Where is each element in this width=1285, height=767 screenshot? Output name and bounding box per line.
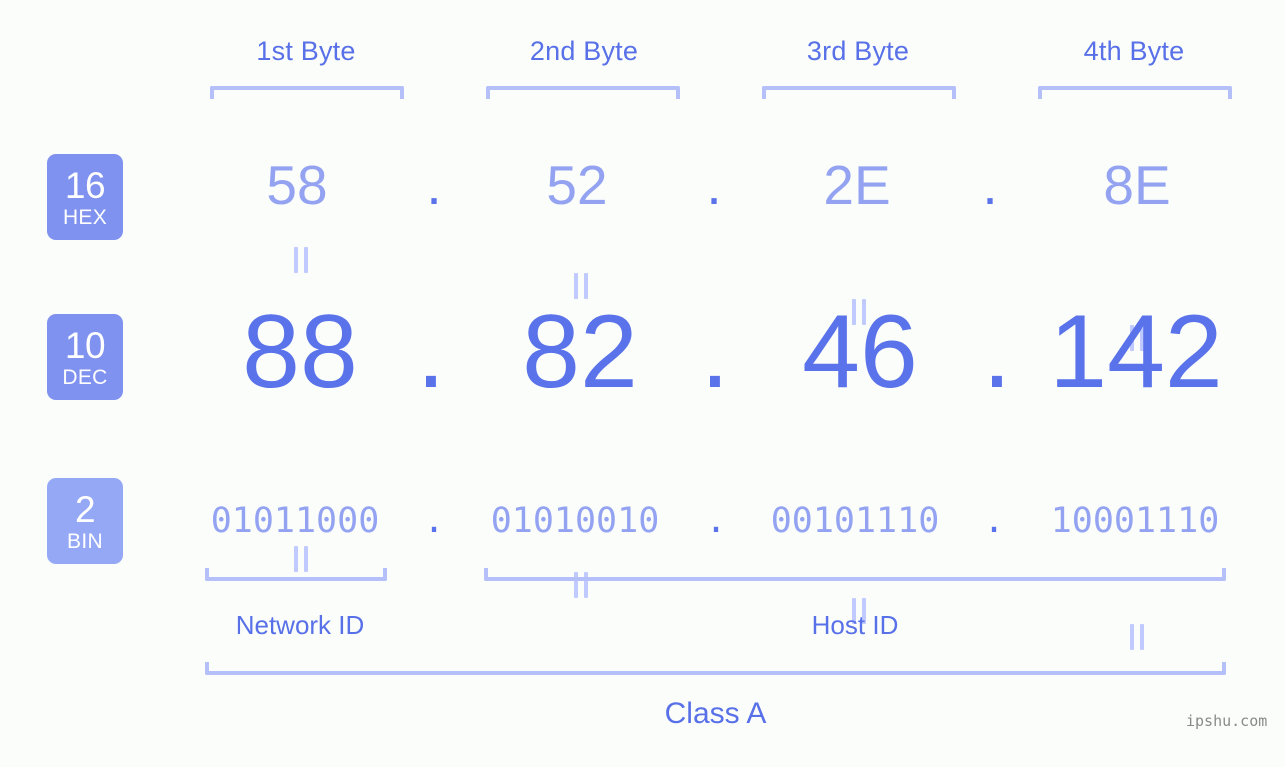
base-badge-bin-name: BIN: [67, 529, 103, 553]
base-badge-bin-number: 2: [74, 488, 96, 530]
hex-octet-2: 52: [546, 154, 608, 216]
ip-address-breakdown-diagram: 1st Byte 2nd Byte 3rd Byte 4th Byte 16 H…: [0, 0, 1285, 767]
hex-octet-4: 8E: [1103, 154, 1171, 216]
byte-bracket-2: [486, 86, 680, 99]
hex-octet-3: 2E: [823, 154, 891, 216]
byte-bracket-3: [762, 86, 956, 99]
dec-octet-4: 142: [1049, 294, 1223, 410]
base-badge-bin: 2 BIN: [47, 478, 123, 564]
byte-header-label-1: 1st Byte: [256, 36, 356, 66]
hex-separator-1: .: [426, 154, 442, 216]
base-badge-hex: 16 HEX: [47, 154, 123, 240]
class-label: Class A: [664, 697, 767, 730]
bin-octet-4: 10001110: [1050, 501, 1220, 541]
equals-hex-dec-1: [288, 247, 314, 273]
bin-separator-2: .: [705, 501, 727, 541]
site-watermark: ipshu.com: [1186, 712, 1268, 730]
byte-header-label-4: 4th Byte: [1083, 36, 1185, 66]
bin-octet-1: 01011000: [210, 501, 380, 541]
base-badge-dec-name: DEC: [62, 365, 108, 389]
bin-octet-2: 01010010: [490, 501, 660, 541]
base-badge-dec: 10 DEC: [47, 314, 123, 400]
network-id-bracket: [205, 568, 387, 581]
bin-octet-3: 00101110: [770, 501, 940, 541]
byte-bracket-1: [210, 86, 404, 99]
bin-separator-1: .: [423, 501, 445, 541]
byte-header-label-3: 3rd Byte: [806, 36, 910, 66]
byte-bracket-4: [1038, 86, 1232, 99]
host-id-bracket: [484, 568, 1226, 581]
base-badge-dec-number: 10: [64, 324, 106, 366]
dec-separator-1: .: [416, 294, 446, 410]
network-id-label: Network ID: [235, 610, 365, 640]
host-id-label: Host ID: [811, 610, 899, 640]
bin-separator-3: .: [983, 501, 1005, 541]
dec-octet-3: 46: [802, 294, 918, 410]
dec-separator-2: .: [700, 294, 730, 410]
hex-octet-1: 58: [266, 154, 328, 216]
dec-separator-3: .: [982, 294, 1012, 410]
class-bracket: [205, 662, 1226, 675]
base-badge-hex-name: HEX: [62, 205, 108, 229]
byte-header-label-2: 2nd Byte: [529, 36, 639, 66]
dec-octet-2: 82: [522, 294, 638, 410]
dec-octet-1: 88: [242, 294, 358, 410]
hex-separator-2: .: [706, 154, 722, 216]
base-badge-hex-number: 16: [64, 164, 106, 206]
hex-separator-3: .: [982, 154, 998, 216]
